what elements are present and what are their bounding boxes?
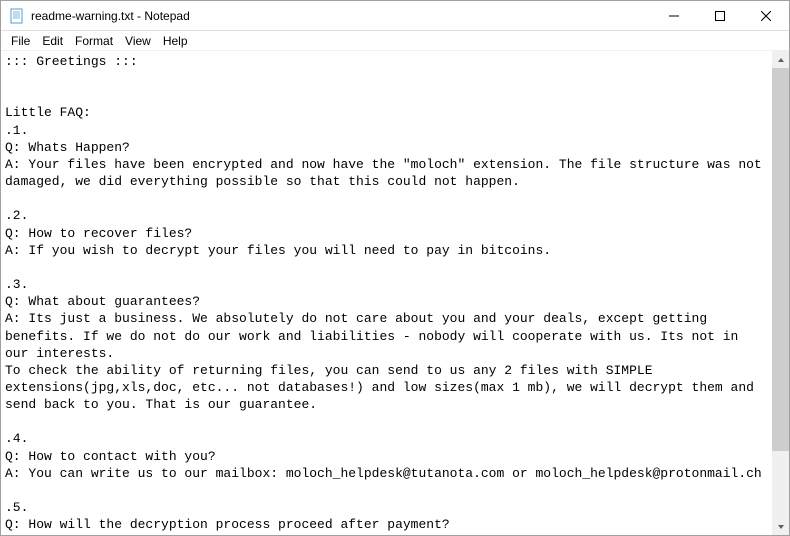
scroll-down-button[interactable] (772, 518, 789, 535)
menu-format[interactable]: Format (69, 32, 119, 50)
scrollbar-track[interactable] (772, 68, 789, 518)
menubar: File Edit Format View Help (1, 31, 789, 51)
titlebar: readme-warning.txt - Notepad (1, 1, 789, 31)
menu-edit[interactable]: Edit (36, 32, 69, 50)
text-editor[interactable]: ::: Greetings ::: Little FAQ: .1. Q: Wha… (1, 51, 772, 535)
scrollbar-thumb[interactable] (772, 68, 789, 451)
window-controls (651, 1, 789, 30)
maximize-button[interactable] (697, 1, 743, 30)
notepad-icon (9, 8, 25, 24)
minimize-button[interactable] (651, 1, 697, 30)
scroll-up-button[interactable] (772, 51, 789, 68)
window-title: readme-warning.txt - Notepad (31, 9, 651, 23)
close-button[interactable] (743, 1, 789, 30)
content-area: ::: Greetings ::: Little FAQ: .1. Q: Wha… (1, 51, 789, 535)
notepad-window: readme-warning.txt - Notepad File Edit F… (0, 0, 790, 536)
menu-file[interactable]: File (5, 32, 36, 50)
menu-view[interactable]: View (119, 32, 157, 50)
vertical-scrollbar[interactable] (772, 51, 789, 535)
menu-help[interactable]: Help (157, 32, 194, 50)
